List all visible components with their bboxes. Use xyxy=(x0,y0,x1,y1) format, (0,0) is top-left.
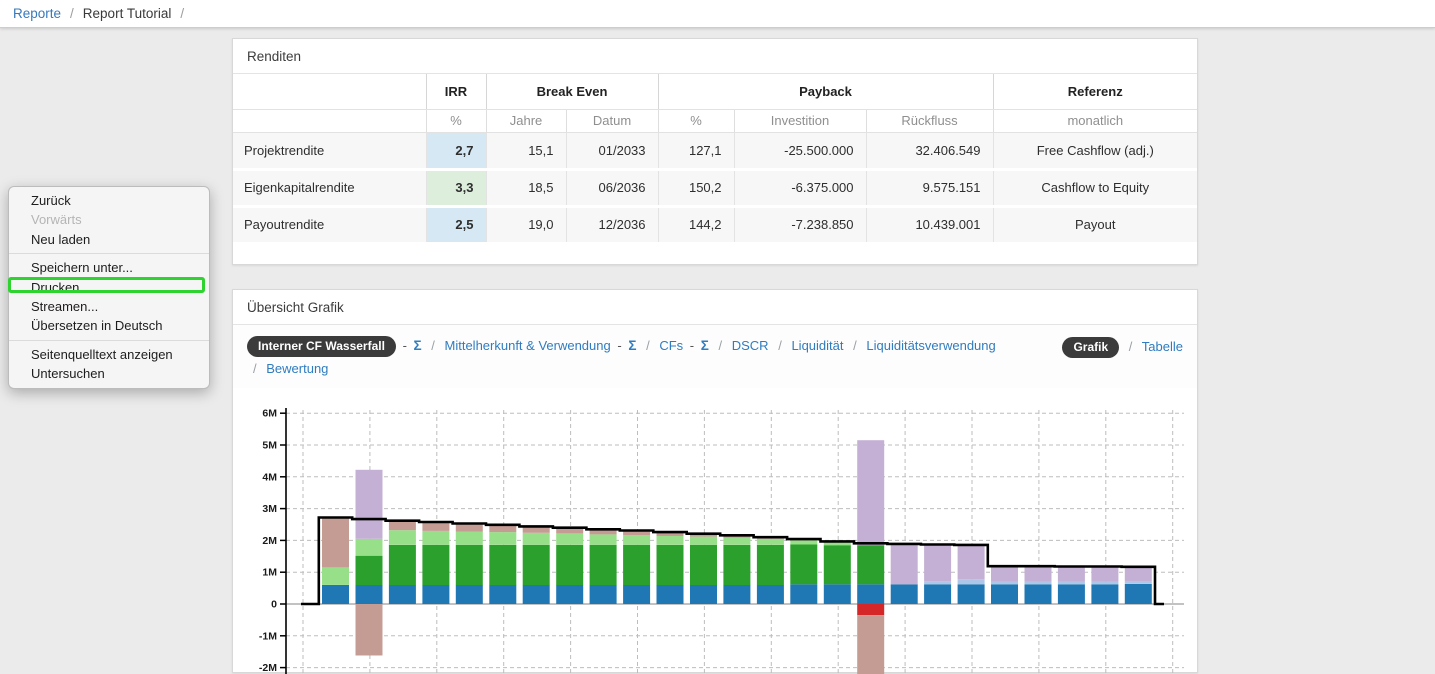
svg-text:0: 0 xyxy=(271,599,277,611)
view-toggle-grafik[interactable]: Grafik xyxy=(1062,337,1119,358)
cell-irr: 2,7 xyxy=(426,132,486,169)
cell-label: Projektrendite xyxy=(233,132,426,169)
svg-text:-1M: -1M xyxy=(259,630,277,642)
context-menu: Zurück Vorwärts Neu laden Speichern unte… xyxy=(8,186,210,389)
tab-liquiditaetsverwendung[interactable]: Liquiditätsverwendung xyxy=(866,338,995,353)
context-menu-item-drucken[interactable]: Drucken... xyxy=(9,278,209,297)
col-header-empty xyxy=(233,109,426,132)
view-toggle-tabelle[interactable]: Tabelle xyxy=(1142,339,1183,354)
breadcrumb-current-report-tutorial: Report Tutorial xyxy=(83,6,172,21)
cell-label: Payoutrendite xyxy=(233,206,426,243)
tab-liquiditaet[interactable]: Liquidität xyxy=(791,338,843,353)
tab-separator: / xyxy=(646,338,650,353)
cell-jahre: 18,5 xyxy=(486,169,566,206)
col-header-datum: Datum xyxy=(566,109,658,132)
view-toggle-separator: / xyxy=(1129,339,1133,354)
svg-text:4M: 4M xyxy=(262,471,277,483)
svg-text:2M: 2M xyxy=(262,535,277,547)
tab-dscr[interactable]: DSCR xyxy=(732,338,769,353)
cell-datum: 01/2033 xyxy=(566,132,658,169)
table-group-header-row: IRR Break Even Payback Referenz xyxy=(233,74,1197,109)
col-group-referenz: Referenz xyxy=(993,74,1197,109)
context-menu-separator xyxy=(9,340,209,341)
context-menu-item-uebersetzen[interactable]: Übersetzen in Deutsch xyxy=(9,316,209,335)
tab-separator: / xyxy=(718,338,722,353)
breadcrumb-separator: / xyxy=(180,6,184,21)
svg-text:5M: 5M xyxy=(262,440,277,452)
context-menu-item-zurueck[interactable]: Zurück xyxy=(9,191,209,210)
cell-payback-pct: 127,1 xyxy=(658,132,734,169)
col-header-payback-pct: % xyxy=(658,109,734,132)
sigma-link-interner-cf[interactable]: Σ xyxy=(414,338,422,353)
renditen-panel: Renditen IRR Break Even Payback Referenz… xyxy=(232,38,1198,265)
cell-irr: 3,3 xyxy=(426,169,486,206)
cell-jahre: 19,0 xyxy=(486,206,566,243)
cell-payback-pct: 150,2 xyxy=(658,169,734,206)
context-menu-item-streamen[interactable]: Streamen... xyxy=(9,297,209,316)
dash-separator: - xyxy=(690,338,694,353)
context-menu-separator xyxy=(9,253,209,254)
cell-referenz: Cashflow to Equity xyxy=(993,169,1197,206)
table-row-eigenkapitalrendite: Eigenkapitalrendite 3,3 18,5 06/2036 150… xyxy=(233,169,1197,206)
context-menu-item-untersuchen[interactable]: Untersuchen xyxy=(9,364,209,383)
waterfall-chart: 6M 5M 4M 3M 2M 1M 0 -1M -2M xyxy=(239,401,1197,674)
tab-separator: / xyxy=(778,338,782,353)
svg-text:6M: 6M xyxy=(262,408,277,420)
cell-payback-pct: 144,2 xyxy=(658,206,734,243)
cell-rueckfluss: 32.406.549 xyxy=(866,132,993,169)
col-header-rueckfluss: Rückfluss xyxy=(866,109,993,132)
col-header-irr-pct: % xyxy=(426,109,486,132)
sigma-link-mittelherkunft[interactable]: Σ xyxy=(628,338,636,353)
cell-rueckfluss: 9.575.151 xyxy=(866,169,993,206)
breadcrumb-link-reporte[interactable]: Reporte xyxy=(13,6,61,21)
renditen-table: IRR Break Even Payback Referenz % Jahre … xyxy=(233,74,1197,245)
cell-referenz: Free Cashflow (adj.) xyxy=(993,132,1197,169)
cell-irr: 2,5 xyxy=(426,206,486,243)
tab-separator: / xyxy=(253,361,257,376)
col-header-investition: Investition xyxy=(734,109,866,132)
cell-rueckfluss: 10.439.001 xyxy=(866,206,993,243)
cell-jahre: 15,1 xyxy=(486,132,566,169)
cell-datum: 06/2036 xyxy=(566,169,658,206)
table-row-payoutrendite: Payoutrendite 2,5 19,0 12/2036 144,2 -7.… xyxy=(233,206,1197,243)
view-toggle: Grafik / Tabelle xyxy=(1062,335,1183,358)
tab-cfs[interactable]: CFs xyxy=(659,338,683,353)
col-group-empty xyxy=(233,74,426,109)
dash-separator: - xyxy=(617,338,621,353)
col-group-irr: IRR xyxy=(426,74,486,109)
uebersicht-grafik-panel: Übersicht Grafik Interner CF Wasserfall … xyxy=(232,289,1198,673)
renditen-panel-title: Renditen xyxy=(233,39,1197,74)
cell-investition: -7.238.850 xyxy=(734,206,866,243)
col-group-break-even: Break Even xyxy=(486,74,658,109)
table-sub-header-row: % Jahre Datum % Investition Rückfluss mo… xyxy=(233,109,1197,132)
cell-label: Eigenkapitalrendite xyxy=(233,169,426,206)
cell-investition: -25.500.000 xyxy=(734,132,866,169)
chart-tab-strip: Interner CF Wasserfall - Σ / Mittelherku… xyxy=(233,325,1197,388)
context-menu-item-speichern-unter[interactable]: Speichern unter... xyxy=(9,258,209,277)
tab-separator: / xyxy=(431,338,435,353)
tab-mittelherkunft-verwendung[interactable]: Mittelherkunft & Verwendung xyxy=(445,338,611,353)
col-group-payback: Payback xyxy=(658,74,993,109)
cell-datum: 12/2036 xyxy=(566,206,658,243)
sigma-link-cfs[interactable]: Σ xyxy=(701,338,709,353)
table-row-projektrendite: Projektrendite 2,7 15,1 01/2033 127,1 -2… xyxy=(233,132,1197,169)
svg-text:1M: 1M xyxy=(262,567,277,579)
col-header-jahre: Jahre xyxy=(486,109,566,132)
col-header-monatlich: monatlich xyxy=(993,109,1197,132)
uebersicht-grafik-title: Übersicht Grafik xyxy=(233,290,1197,325)
tab-bewertung[interactable]: Bewertung xyxy=(266,361,328,376)
svg-text:-2M: -2M xyxy=(259,662,277,674)
context-menu-item-vorwaerts: Vorwärts xyxy=(9,210,209,229)
context-menu-item-neu-laden[interactable]: Neu laden xyxy=(9,230,209,249)
tab-separator: / xyxy=(853,338,857,353)
dash-separator: - xyxy=(403,338,407,353)
svg-text:3M: 3M xyxy=(262,503,277,515)
cell-investition: -6.375.000 xyxy=(734,169,866,206)
context-menu-item-seitenquelltext[interactable]: Seitenquelltext anzeigen xyxy=(9,345,209,364)
breadcrumb-separator: / xyxy=(70,6,74,21)
cell-referenz: Payout xyxy=(993,206,1197,243)
tab-interner-cf-wasserfall[interactable]: Interner CF Wasserfall xyxy=(247,336,396,357)
breadcrumb-bar: Reporte / Report Tutorial / xyxy=(0,0,1435,28)
waterfall-chart-area: 6M 5M 4M 3M 2M 1M 0 -1M -2M xyxy=(239,401,1197,674)
